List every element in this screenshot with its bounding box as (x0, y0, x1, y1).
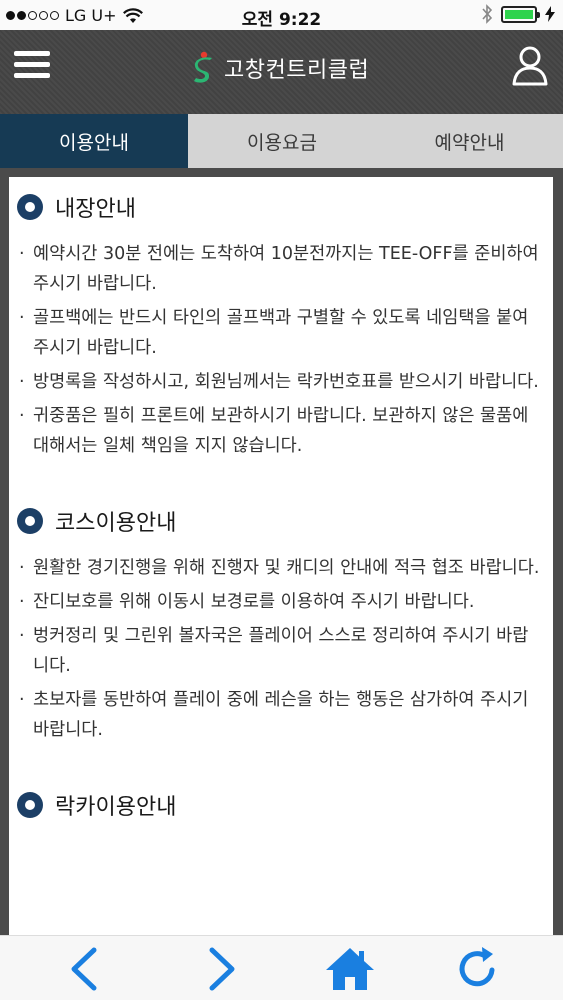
status-bar: LG U+ 오전 9:22 (0, 0, 563, 30)
tab-fees[interactable]: 이용요금 (188, 114, 376, 168)
list-item-text: 원활한 경기진행을 위해 진행자 및 캐디의 안내에 적극 협조 바랍니다. (33, 558, 540, 578)
bullet-dot: · (19, 406, 25, 426)
list-item: · 방명록을 작성하시고, 회원님께서는 락카번호표를 받으시기 바랍니다. (17, 367, 541, 397)
section-header: 락카이용안내 (17, 789, 541, 821)
back-arrow-icon (71, 947, 97, 991)
content-panel[interactable]: 내장안내 · 예약시간 30분 전에는 도착하여 10분전까지는 TEE-OFF를… (9, 177, 553, 935)
home-button[interactable] (324, 944, 374, 994)
battery-fill (505, 9, 533, 19)
tab-bar: 이용안내 이용요금 예약안내 (0, 114, 563, 168)
section-locker-guide: 락카이용안내 (17, 789, 541, 821)
reload-icon (459, 947, 495, 987)
forward-arrow-icon (209, 947, 235, 991)
battery-icon (501, 5, 540, 23)
bullet-dot: · (19, 558, 25, 578)
section-title: 코스이용안내 (55, 511, 177, 536)
reload-button[interactable] (452, 944, 502, 994)
bullet-dot: · (19, 592, 25, 612)
list-item-text: 방명록을 작성하시고, 회원님께서는 락카번호표를 받으시기 바랍니다. (33, 372, 539, 392)
club-logo-icon (194, 51, 212, 83)
section-bullet-icon (17, 194, 43, 220)
tab-reservation[interactable]: 예약안내 (376, 114, 563, 168)
section-entry-guide: 내장안내 · 예약시간 30분 전에는 도착하여 10분전까지는 TEE-OFF를… (17, 191, 541, 461)
brand-name: 고창컨트리클럽 (224, 58, 370, 83)
list-item: · 원활한 경기진행을 위해 진행자 및 캐디의 안내에 적극 협조 바랍니다. (17, 553, 541, 583)
list-item-text: 잔디보호를 위해 이동시 보경로를 이용하여 주시기 바랍니다. (33, 592, 475, 612)
list-item: · 잔디보호를 위해 이동시 보경로를 이용하여 주시기 바랍니다. (17, 587, 541, 617)
browser-toolbar (0, 935, 563, 1000)
list-item-text: 초보자를 동반하여 플레이 중에 레슨을 하는 행동은 삼가하여 주시기 바랍니… (33, 690, 529, 740)
section-bullet-icon (17, 508, 43, 534)
list-item: · 벙커정리 및 그린위 볼자국은 플레이어 스스로 정리하여 주시기 바랍니다. (17, 621, 541, 681)
user-button[interactable] (511, 44, 549, 86)
status-right (481, 4, 555, 24)
charging-icon (545, 6, 555, 22)
bullet-dot: · (19, 690, 25, 710)
section-title: 락카이용안내 (55, 795, 177, 820)
bullet-dot: · (19, 372, 25, 392)
section-title: 내장안내 (55, 197, 136, 222)
section-bullet-icon (17, 792, 43, 818)
list-item-text: 예약시간 30분 전에는 도착하여 10분전까지는 TEE-OFF를 준비하여 … (33, 244, 539, 294)
status-time: 오전 9:22 (241, 10, 322, 30)
list-item-text: 벙커정리 및 그린위 볼자국은 플레이어 스스로 정리하여 주시기 바랍니다. (33, 626, 529, 676)
list-item-text: 귀중품은 필히 프론트에 보관하시기 바랍니다. 보관하지 않은 물품에 대해서… (33, 406, 529, 456)
list-item: · 예약시간 30분 전에는 도착하여 10분전까지는 TEE-OFF를 준비하여… (17, 239, 541, 299)
hamburger-menu-icon (14, 51, 50, 78)
brand[interactable]: 고창컨트리클럽 (190, 48, 369, 88)
home-icon (326, 948, 374, 990)
bullet-dot: · (19, 308, 25, 328)
user-icon (512, 46, 548, 86)
menu-button[interactable] (14, 51, 50, 81)
bullet-dot: · (19, 244, 25, 264)
bluetooth-icon (482, 4, 493, 24)
list-item-text: 골프백에는 반드시 타인의 골프백과 구별할 수 있도록 네임택을 붙여주시기 … (33, 308, 529, 358)
tab-usage-guide[interactable]: 이용안내 (0, 114, 188, 168)
section-course-guide: 코스이용안내 · 원활한 경기진행을 위해 진행자 및 캐디의 안내에 적극 협조… (17, 505, 541, 745)
bullet-dot: · (19, 626, 25, 646)
list-item: · 귀중품은 필히 프론트에 보관하시기 바랍니다. 보관하지 않은 물품에 대해… (17, 401, 541, 461)
section-header: 내장안내 (17, 191, 541, 223)
section-header: 코스이용안내 (17, 505, 541, 537)
app-header: 고창컨트리클럽 (0, 30, 563, 114)
list-item: · 골프백에는 반드시 타인의 골프백과 구별할 수 있도록 네임택을 붙여주시기… (17, 303, 541, 363)
forward-button[interactable] (196, 944, 246, 994)
list-item: · 초보자를 동반하여 플레이 중에 레슨을 하는 행동은 삼가하여 주시기 바랍… (17, 685, 541, 745)
back-button[interactable] (60, 944, 110, 994)
